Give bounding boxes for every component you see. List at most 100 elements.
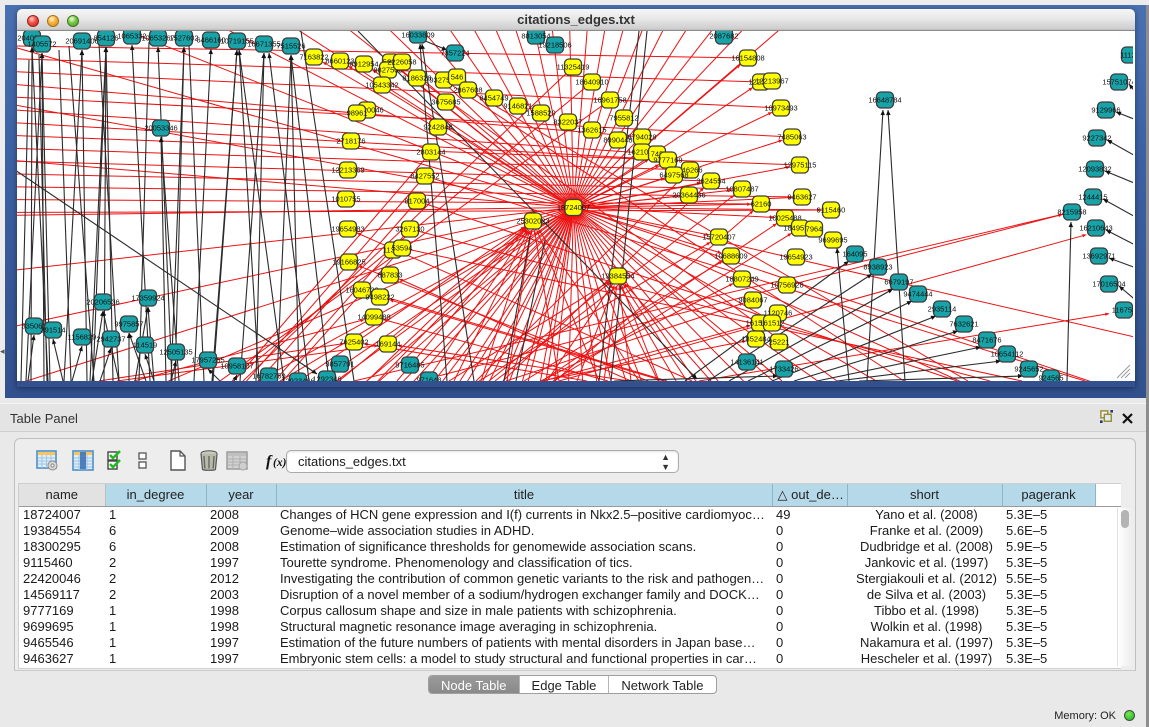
svg-text:9084067: 9084067 bbox=[738, 296, 767, 305]
svg-text:16961758: 16961758 bbox=[593, 96, 626, 105]
svg-text:391514: 391514 bbox=[40, 326, 65, 335]
svg-text:116753: 116753 bbox=[1112, 306, 1133, 315]
svg-text:1852484: 1852484 bbox=[741, 335, 770, 344]
svg-text:3675685: 3675685 bbox=[431, 98, 460, 107]
svg-text:12975115: 12975115 bbox=[784, 161, 817, 170]
svg-text:9227342: 9227342 bbox=[1082, 134, 1111, 143]
svg-text:10958107: 10958107 bbox=[220, 362, 253, 371]
svg-text:8813054: 8813054 bbox=[521, 32, 550, 41]
svg-text:1244415: 1244415 bbox=[1078, 193, 1107, 202]
svg-text:8186328: 8186328 bbox=[402, 74, 431, 83]
svg-text:1292346: 1292346 bbox=[312, 375, 341, 381]
svg-text:19218506: 19218506 bbox=[538, 41, 571, 50]
svg-text:887833: 887833 bbox=[377, 271, 402, 280]
svg-text:7632621: 7632621 bbox=[949, 320, 978, 329]
svg-text:(x): (x) bbox=[273, 457, 287, 469]
svg-text:7357224: 7357224 bbox=[440, 49, 469, 58]
svg-text:16210643: 16210643 bbox=[1079, 224, 1112, 233]
svg-text:12213369: 12213369 bbox=[331, 166, 364, 175]
svg-text:9498222: 9498222 bbox=[365, 293, 394, 302]
svg-text:8938923: 8938923 bbox=[863, 263, 892, 272]
svg-text:1733426: 1733426 bbox=[769, 365, 798, 374]
svg-text:16648784: 16648784 bbox=[868, 96, 901, 105]
svg-text:10807487: 10807487 bbox=[725, 185, 758, 194]
svg-text:7163822: 7163822 bbox=[299, 53, 328, 62]
svg-text:9115460: 9115460 bbox=[817, 206, 846, 215]
svg-text:10543342: 10543342 bbox=[365, 81, 398, 90]
svg-text:20206536: 20206536 bbox=[86, 298, 119, 307]
svg-text:19654923: 19654923 bbox=[779, 253, 812, 262]
svg-text:6679197: 6679197 bbox=[884, 278, 913, 287]
svg-text:19654983: 19654983 bbox=[331, 225, 364, 234]
svg-text:9463627: 9463627 bbox=[787, 193, 816, 202]
svg-text:10756928: 10756928 bbox=[770, 281, 803, 290]
svg-text:7625402: 7625402 bbox=[339, 338, 368, 347]
svg-text:10688609: 10688609 bbox=[714, 252, 747, 261]
svg-text:19384554: 19384554 bbox=[601, 272, 634, 281]
svg-text:19166825: 19166825 bbox=[332, 258, 365, 267]
svg-text:15720407: 15720407 bbox=[702, 233, 735, 242]
svg-text:98961: 98961 bbox=[347, 109, 368, 118]
svg-text:9474444: 9474444 bbox=[903, 290, 932, 299]
svg-text:9857791: 9857791 bbox=[325, 360, 354, 369]
svg-text:10973493: 10973493 bbox=[764, 104, 797, 113]
svg-text:2803144: 2803144 bbox=[416, 148, 445, 157]
svg-text:7955812: 7955812 bbox=[609, 114, 638, 123]
svg-text:12923466: 12923466 bbox=[281, 377, 314, 381]
svg-text:817004: 817004 bbox=[404, 197, 429, 206]
svg-text:1156829: 1156829 bbox=[68, 333, 97, 342]
svg-text:16033809: 16033809 bbox=[401, 31, 434, 40]
svg-text:7485063: 7485063 bbox=[777, 133, 806, 142]
svg-text:854126: 854126 bbox=[93, 34, 118, 43]
svg-text:12213967: 12213967 bbox=[755, 77, 788, 86]
svg-text:9699695: 9699695 bbox=[818, 236, 847, 245]
svg-text:62160: 62160 bbox=[751, 200, 772, 209]
svg-text:12505135: 12505135 bbox=[159, 348, 192, 357]
svg-text:161512: 161512 bbox=[759, 319, 784, 328]
svg-text:1527602: 1527602 bbox=[169, 34, 198, 43]
svg-text:17016504: 17016504 bbox=[1092, 280, 1125, 289]
svg-text:7515526: 7515526 bbox=[276, 42, 305, 51]
svg-text:2718176: 2718176 bbox=[336, 137, 365, 146]
svg-text:924565: 924565 bbox=[1038, 374, 1063, 381]
svg-text:8471676: 8471676 bbox=[972, 336, 1001, 345]
svg-text:164095: 164095 bbox=[842, 250, 867, 259]
svg-text:16154808: 16154808 bbox=[731, 54, 764, 63]
svg-text:9129966: 9129966 bbox=[1091, 106, 1120, 115]
svg-text:20053346: 20053346 bbox=[144, 124, 177, 133]
svg-text:14136141: 14136141 bbox=[730, 358, 763, 367]
svg-text:6497568: 6497568 bbox=[659, 171, 688, 180]
svg-text:9242848: 9242848 bbox=[423, 123, 452, 132]
svg-text:2867608: 2867608 bbox=[453, 86, 482, 95]
svg-text:2226058: 2226058 bbox=[387, 58, 416, 67]
svg-text:25221: 25221 bbox=[769, 338, 790, 347]
svg-text:25302023: 25302023 bbox=[516, 217, 549, 226]
svg-text:7964: 7964 bbox=[806, 225, 823, 234]
svg-text:1362615: 1362615 bbox=[577, 126, 606, 135]
svg-text:18724007: 18724007 bbox=[557, 203, 590, 212]
svg-text:f: f bbox=[266, 453, 273, 470]
svg-text:12093832: 12093832 bbox=[1078, 165, 1111, 174]
svg-text:14099489: 14099489 bbox=[357, 313, 390, 322]
svg-text:6794028: 6794028 bbox=[627, 133, 656, 142]
svg-text:546: 546 bbox=[451, 73, 464, 82]
svg-text:1588520: 1588520 bbox=[526, 109, 555, 118]
svg-text:9975857: 9975857 bbox=[114, 320, 143, 329]
svg-text:10654112: 10654112 bbox=[991, 350, 1024, 359]
svg-text:1010755: 1010755 bbox=[331, 195, 360, 204]
svg-text:9716485: 9716485 bbox=[395, 361, 424, 370]
svg-text:15751074: 15751074 bbox=[1102, 78, 1133, 87]
svg-text:8215958: 8215958 bbox=[1057, 208, 1086, 217]
svg-text:2942737: 2942737 bbox=[96, 335, 125, 344]
svg-text:2087682: 2087682 bbox=[709, 32, 738, 41]
svg-text:169144: 169144 bbox=[375, 340, 400, 349]
svg-text:11121: 11121 bbox=[1120, 51, 1133, 60]
svg-text:9245652: 9245652 bbox=[1014, 365, 1043, 374]
svg-text:13692971: 13692971 bbox=[1082, 252, 1115, 261]
svg-text:2935114: 2935114 bbox=[928, 305, 957, 314]
svg-text:9777169: 9777169 bbox=[653, 156, 682, 165]
svg-text:18640910: 18640910 bbox=[575, 78, 608, 87]
svg-text:17359924: 17359924 bbox=[131, 294, 164, 303]
svg-text:18807249: 18807249 bbox=[725, 275, 758, 284]
svg-text:3267130: 3267130 bbox=[395, 225, 424, 234]
